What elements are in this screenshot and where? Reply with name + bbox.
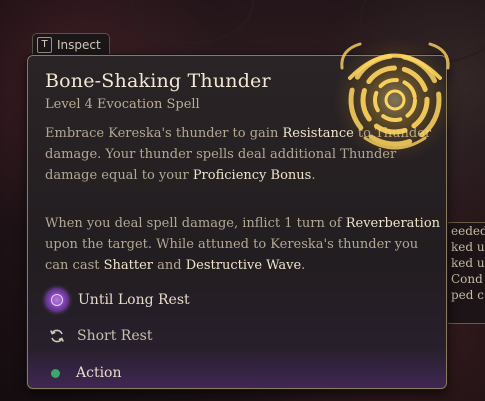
keyword-destructive-wave[interactable]: Destructive Wave — [186, 258, 301, 273]
keyword-shatter[interactable]: Shatter — [104, 258, 153, 273]
keyword-reverberation[interactable]: Reverberation — [346, 216, 440, 231]
background-tooltip-line: ked u — [451, 240, 485, 254]
description-text: . — [311, 168, 316, 183]
spell-description-secondary: When you deal spell damage, inflict 1 tu… — [45, 213, 440, 276]
description-text: . — [301, 258, 306, 273]
short-rest-icon — [50, 329, 64, 343]
recharge-label: Short Rest — [77, 328, 153, 344]
duration-label: Until Long Rest — [78, 292, 190, 308]
background-tooltip-line: Cond — [451, 272, 483, 286]
description-text: When you deal spell damage, inflict 1 tu… — [45, 216, 346, 231]
duration-row: Until Long Rest — [45, 288, 190, 312]
keyword-proficiency-bonus[interactable]: Proficiency Bonus — [193, 168, 312, 183]
inspect-button[interactable]: T Inspect — [32, 33, 110, 56]
thunder-rings-icon — [333, 38, 457, 162]
cost-label: Action — [76, 365, 122, 381]
spell-level-school: Level 4 Evocation Spell — [45, 97, 200, 112]
duration-icon — [45, 288, 69, 312]
background-tooltip-line: ked u — [451, 256, 485, 270]
description-text: and — [153, 258, 186, 273]
keybind-badge: T — [37, 37, 52, 53]
description-text: Embrace Kereska's thunder to gain — [45, 126, 283, 141]
game-scene: eeded ked u ked u Cond ped c T Inspect B… — [0, 0, 485, 401]
background-tooltip-panel: eeded ked u ked u Cond ped c — [446, 222, 485, 324]
spell-title: Bone-Shaking Thunder — [45, 70, 271, 92]
inspect-label: Inspect — [57, 38, 101, 52]
background-tooltip-line: eeded — [451, 224, 485, 238]
action-resource-icon — [51, 368, 60, 378]
cost-row: Action — [45, 365, 122, 381]
recharge-row: Short Rest — [45, 328, 152, 344]
background-tooltip-line: ped c — [451, 288, 484, 302]
